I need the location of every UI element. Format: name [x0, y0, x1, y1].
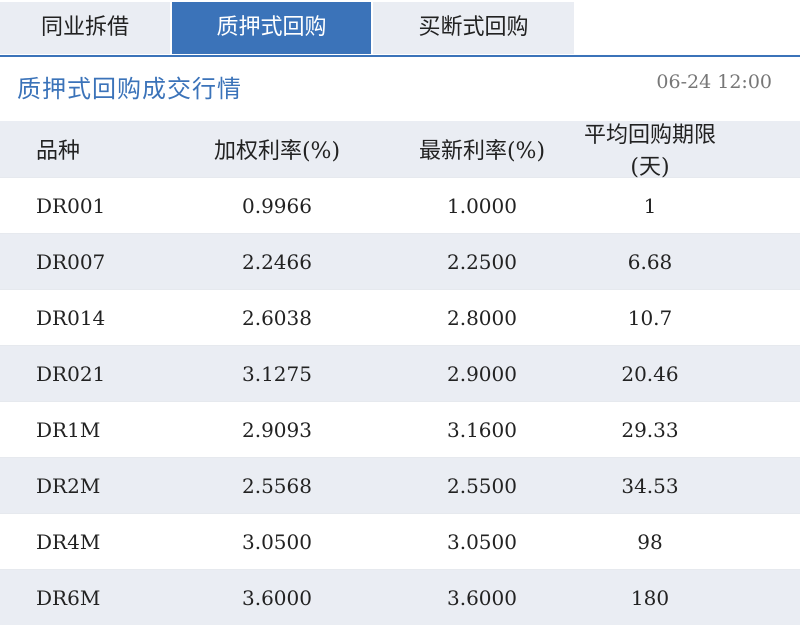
table-row: DR001 0.9966 1.0000 1 — [0, 177, 800, 233]
cell-avg-term: 180 — [630, 585, 670, 610]
cell-weighted-rate: 3.6000 — [242, 585, 312, 610]
cell-latest-rate: 2.2500 — [447, 249, 517, 274]
cell-weighted-rate: 2.9093 — [242, 417, 312, 442]
cell-latest-rate: 2.8000 — [447, 305, 517, 330]
cell-weighted-rate: 2.2466 — [242, 249, 312, 274]
cell-latest-rate: 1.0000 — [447, 193, 517, 218]
cell-variety: DR4M — [36, 529, 101, 554]
column-header-avg-term: 平均回购期限(天) — [583, 123, 716, 180]
cell-avg-term: 20.46 — [621, 361, 679, 386]
table-row: DR2M 2.5568 2.5500 34.53 — [0, 457, 800, 513]
column-header-variety: 品种 — [36, 139, 81, 164]
table-row: DR6M 3.6000 3.6000 180 — [0, 569, 800, 625]
cell-weighted-rate: 2.6038 — [242, 305, 312, 330]
cell-variety: DR014 — [36, 305, 106, 330]
cell-weighted-rate: 3.1275 — [242, 361, 312, 386]
cell-avg-term: 1 — [643, 193, 657, 218]
cell-variety: DR2M — [36, 473, 101, 498]
update-timestamp: 06-24 12:00 — [656, 71, 772, 93]
cell-avg-term: 34.53 — [621, 473, 679, 498]
panel-title: 质押式回购成交行情 — [17, 75, 242, 103]
cell-variety: DR001 — [36, 193, 106, 218]
cell-variety: DR021 — [36, 361, 106, 386]
table-header: 品种 加权利率(%) 最新利率(%) 平均回购期限(天) — [0, 121, 800, 180]
table-row: DR4M 3.0500 3.0500 98 — [0, 513, 800, 569]
tab-interbank-lending[interactable]: 同业拆借 — [0, 2, 170, 54]
tab-pledged-repo[interactable]: 质押式回购 — [172, 2, 371, 54]
table-row: DR1M 2.9093 3.1600 29.33 — [0, 401, 800, 457]
cell-latest-rate: 3.1600 — [447, 417, 517, 442]
cell-variety: DR007 — [36, 249, 106, 274]
cell-weighted-rate: 0.9966 — [242, 193, 312, 218]
table-row: DR021 3.1275 2.9000 20.46 — [0, 345, 800, 401]
tab-bar: 同业拆借 质押式回购 买断式回购 — [0, 0, 800, 57]
cell-latest-rate: 3.6000 — [447, 585, 517, 610]
cell-avg-term: 10.7 — [627, 305, 673, 330]
cell-avg-term: 6.68 — [627, 249, 673, 274]
cell-latest-rate: 3.0500 — [447, 529, 517, 554]
cell-latest-rate: 2.9000 — [447, 361, 517, 386]
table-row: DR007 2.2466 2.2500 6.68 — [0, 233, 800, 289]
table-row: DR014 2.6038 2.8000 10.7 — [0, 289, 800, 345]
cell-latest-rate: 2.5500 — [447, 473, 517, 498]
cell-weighted-rate: 2.5568 — [242, 473, 312, 498]
cell-avg-term: 98 — [637, 529, 663, 554]
cell-variety: DR6M — [36, 585, 101, 610]
tab-outright-repo[interactable]: 买断式回购 — [373, 2, 574, 54]
panel-header: 质押式回购成交行情 06-24 12:00 — [0, 57, 800, 120]
cell-avg-term: 29.33 — [621, 417, 679, 442]
cell-weighted-rate: 3.0500 — [242, 529, 312, 554]
column-header-latest-rate: 最新利率(%) — [418, 139, 546, 164]
cell-variety: DR1M — [36, 417, 101, 442]
column-header-weighted-rate: 加权利率(%) — [213, 139, 341, 164]
repo-quotes-table: 品种 加权利率(%) 最新利率(%) 平均回购期限(天) DR001 0.996… — [0, 121, 800, 625]
